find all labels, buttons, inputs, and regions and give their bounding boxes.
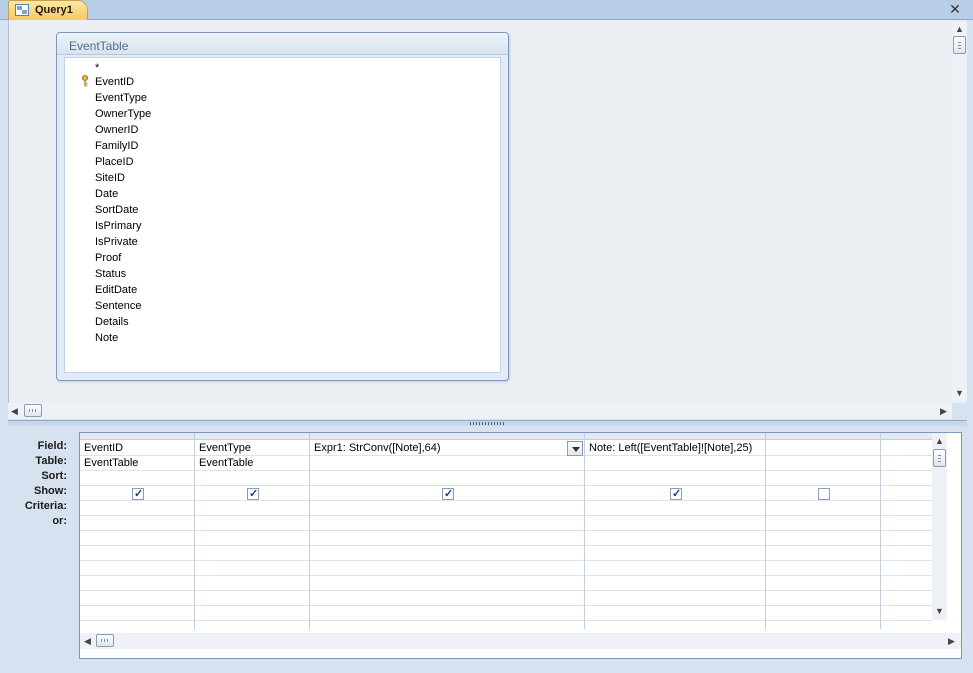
show-checkbox[interactable] [132,487,144,500]
upper-vertical-scrollbar[interactable]: ▲ ▼ [952,22,967,402]
scroll-thumb[interactable] [96,634,114,647]
column-selector[interactable] [766,433,880,440]
field-item-familyid[interactable]: FamilyID [95,139,138,153]
row-label-field: Field: [37,440,67,452]
grid-column[interactable]: Expr1: StrConv([Note],64) [310,433,585,629]
close-icon[interactable]: ✕ [947,1,963,17]
splitter-grip-icon[interactable] [470,422,506,425]
show-checkbox[interactable] [247,487,259,500]
field-item-placeid[interactable]: PlaceID [95,155,134,169]
field-cell[interactable]: Note: Left([EventTable]![Note],25) [589,442,752,454]
scroll-left-arrow-icon[interactable]: ◀ [11,406,18,416]
scroll-up-arrow-icon[interactable]: ▲ [935,436,944,446]
tab-query1[interactable]: Query1 [8,0,88,20]
field-list-window[interactable]: EventTable * EventID EventType OwnerType… [56,32,509,381]
field-item-isprimary[interactable]: IsPrimary [95,219,141,233]
upper-horizontal-scrollbar[interactable]: ◀ ▶ [8,403,952,419]
field-item-all[interactable]: * [95,61,99,75]
grid-horizontal-scrollbar[interactable]: ◀ ▶ [80,633,961,649]
grid-column[interactable]: EventType EventTable [195,433,310,629]
scroll-left-arrow-icon[interactable]: ◀ [84,636,91,646]
field-item-eventid[interactable]: EventID [95,75,134,89]
column-selector[interactable] [881,433,932,440]
field-cell[interactable]: EventType [199,442,251,454]
scroll-right-arrow-icon[interactable]: ▶ [948,636,955,646]
field-item-ownertype[interactable]: OwnerType [95,107,151,121]
column-selector[interactable] [310,433,584,440]
column-selector[interactable] [80,433,194,440]
table-cell[interactable]: EventTable [199,457,253,469]
row-label-table: Table: [35,455,67,467]
scroll-thumb[interactable] [933,449,946,467]
field-item-sentence[interactable]: Sentence [95,299,141,313]
field-list: * EventID EventType OwnerType OwnerID Fa… [64,57,501,373]
grid-column[interactable] [881,433,945,629]
scroll-thumb[interactable] [953,36,966,54]
document-tab-strip: Query1 ✕ [0,0,973,20]
table-cell[interactable]: EventTable [84,457,138,469]
show-checkbox[interactable] [818,488,830,500]
table-diagram-pane: EventTable * EventID EventType OwnerType… [8,20,967,403]
field-item-editdate[interactable]: EditDate [95,283,137,297]
column-selector[interactable] [195,433,309,440]
field-cell[interactable]: Expr1: StrConv([Note],64) [314,442,441,454]
query-icon [15,4,29,16]
grid-column[interactable] [766,433,881,629]
grid-column[interactable]: EventID EventTable [80,433,195,629]
scroll-down-arrow-icon[interactable]: ▼ [935,606,944,616]
row-label-sort: Sort: [41,470,67,482]
field-item-details[interactable]: Details [95,315,129,329]
field-item-proof[interactable]: Proof [95,251,121,265]
scroll-down-arrow-icon[interactable]: ▼ [955,388,964,398]
qbe-grid: EventID EventTable EventType EventTable … [79,432,962,659]
query-design-grid-pane: Field: Table: Sort: Show: Criteria: or: … [8,426,967,673]
show-checkbox[interactable] [442,487,454,500]
grid-column[interactable]: Note: Left([EventTable]![Note],25) [585,433,766,629]
field-item-eventtype[interactable]: EventType [95,91,147,105]
field-list-title[interactable]: EventTable [57,33,508,55]
scroll-right-arrow-icon[interactable]: ▶ [940,406,947,416]
primary-key-icon [82,75,88,87]
chevron-down-icon[interactable] [567,441,583,456]
field-item-isprivate[interactable]: IsPrivate [95,235,138,249]
field-item-status[interactable]: Status [95,267,126,281]
scroll-thumb[interactable] [24,404,42,417]
field-cell[interactable]: EventID [84,442,123,454]
row-label-show: Show: [34,485,67,497]
tab-label: Query1 [35,4,73,16]
field-item-siteid[interactable]: SiteID [95,171,125,185]
field-item-sortdate[interactable]: SortDate [95,203,138,217]
field-item-ownerid[interactable]: OwnerID [95,123,138,137]
row-label-or: or: [52,515,67,527]
column-selector[interactable] [585,433,765,440]
scroll-up-arrow-icon[interactable]: ▲ [955,24,964,34]
field-item-date[interactable]: Date [95,187,118,201]
grid-vertical-scrollbar[interactable]: ▲ ▼ [932,433,947,620]
field-item-note[interactable]: Note [95,331,118,345]
row-label-criteria: Criteria: [24,500,67,512]
show-checkbox[interactable] [670,487,682,500]
